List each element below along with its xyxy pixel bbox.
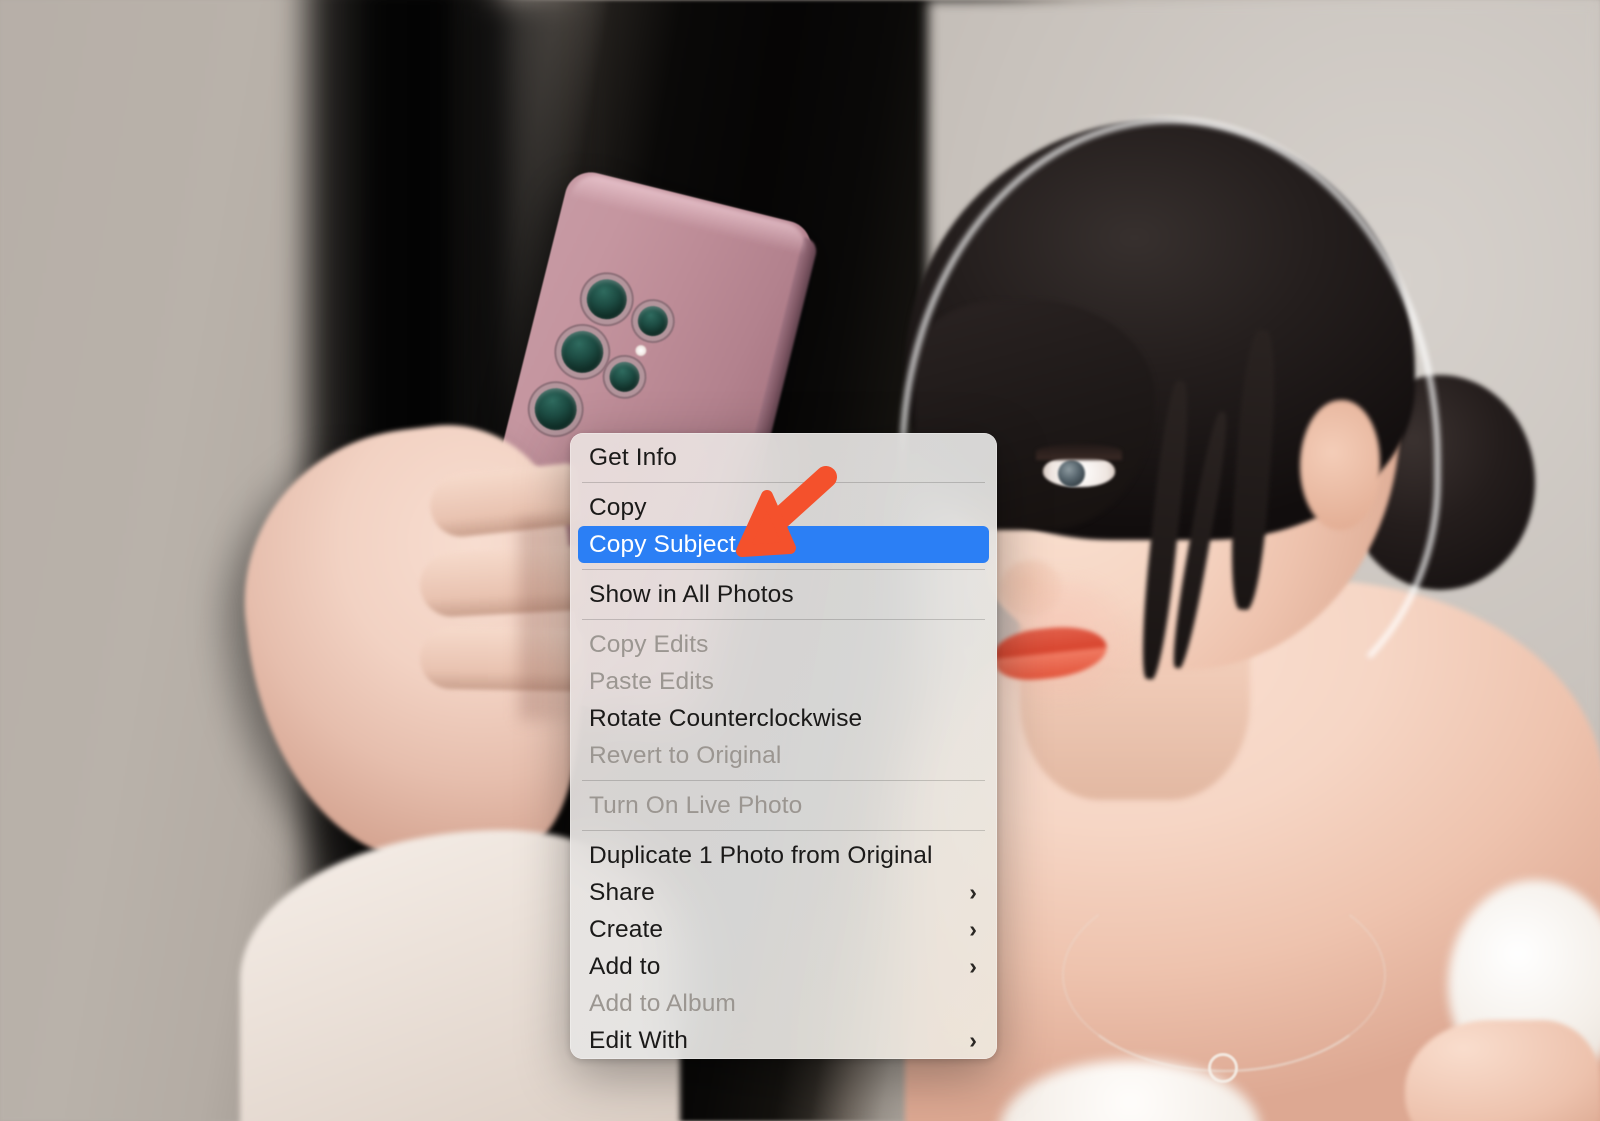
menu-item-add-to-album: Add to Album xyxy=(578,985,989,1022)
menu-item-label: Revert to Original xyxy=(589,741,782,769)
menu-item-label: Get Info xyxy=(589,443,677,471)
context-menu[interactable]: Get Info Copy Copy Subject Show in All Phot… xyxy=(570,433,997,1059)
menu-item-label: Share xyxy=(589,878,655,906)
necklace xyxy=(1062,878,1386,1072)
menu-item-share[interactable]: Share › xyxy=(578,874,989,911)
menu-item-copy[interactable]: Copy xyxy=(578,489,989,526)
menu-item-show-in-all-photos[interactable]: Show in All Photos xyxy=(578,576,989,613)
menu-item-label: Create xyxy=(589,915,664,943)
menu-separator xyxy=(582,830,985,831)
menu-item-label: Copy Edits xyxy=(589,630,709,658)
chevron-right-icon: › xyxy=(969,879,977,905)
menu-item-edit-with[interactable]: Edit With › xyxy=(578,1022,989,1059)
menu-item-copy-edits: Copy Edits xyxy=(578,626,989,663)
menu-item-revert-to-original: Revert to Original xyxy=(578,737,989,774)
menu-separator xyxy=(582,780,985,781)
menu-item-add-to[interactable]: Add to › xyxy=(578,948,989,985)
menu-item-label: Edit With xyxy=(589,1026,688,1054)
chevron-right-icon: › xyxy=(969,953,977,979)
menu-item-paste-edits: Paste Edits xyxy=(578,663,989,700)
menu-item-create[interactable]: Create › xyxy=(578,911,989,948)
menu-item-label: Paste Edits xyxy=(589,667,715,695)
menu-item-turn-on-live-photo: Turn On Live Photo xyxy=(578,787,989,824)
menu-item-rotate-counterclockwise[interactable]: Rotate Counterclockwise xyxy=(578,700,989,737)
menu-separator xyxy=(582,619,985,620)
menu-item-get-info[interactable]: Get Info xyxy=(578,439,989,476)
menu-item-label: Copy xyxy=(589,493,647,521)
menu-item-label: Duplicate 1 Photo from Original xyxy=(589,841,933,869)
menu-item-label: Copy Subject xyxy=(589,530,736,558)
context-menu-list: Get Info Copy Copy Subject Show in All Phot… xyxy=(570,433,997,1059)
chevron-right-icon: › xyxy=(969,916,977,942)
menu-item-copy-subject[interactable]: Copy Subject xyxy=(578,526,989,563)
menu-item-label: Show in All Photos xyxy=(589,580,794,608)
menu-separator xyxy=(582,482,985,483)
chevron-right-icon: › xyxy=(969,1027,977,1053)
screenshot-root: Get Info Copy Copy Subject Show in All Phot… xyxy=(0,0,1600,1121)
menu-separator xyxy=(582,569,985,570)
menu-item-label: Add to xyxy=(589,952,661,980)
menu-item-label: Turn On Live Photo xyxy=(589,791,803,819)
menu-item-duplicate-1-photo-from-original[interactable]: Duplicate 1 Photo from Original xyxy=(578,837,989,874)
menu-item-label: Add to Album xyxy=(589,989,736,1017)
menu-item-label: Rotate Counterclockwise xyxy=(589,704,863,732)
